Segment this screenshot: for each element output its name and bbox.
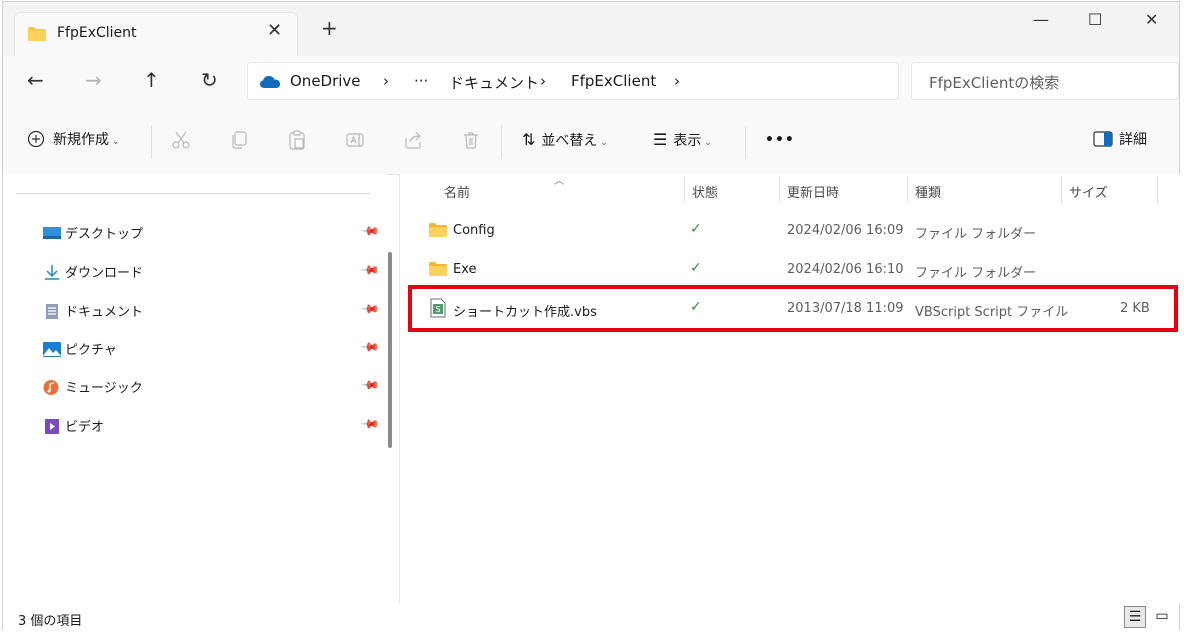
- nav-pane-scrollbar[interactable]: [388, 252, 392, 448]
- sync-ok-icon: ✓: [690, 221, 702, 237]
- back-button[interactable]: ←: [27, 68, 44, 92]
- column-header-name[interactable]: 名前: [444, 182, 470, 201]
- close-window-button[interactable]: ✕: [1145, 10, 1158, 29]
- file-type: ファイル フォルダー: [915, 266, 1037, 281]
- sidebar-item-label: ピクチャ: [65, 343, 117, 358]
- item-count: 3 個の項目: [18, 614, 83, 629]
- breadcrumb-documents[interactable]: ドキュメント: [449, 72, 539, 93]
- breadcrumb-separator[interactable]: ›: [383, 72, 389, 90]
- file-list: ︿ 名前 状態 更新日時 種類 サイズ Config ✓ 2024/02/06 …: [400, 174, 1181, 604]
- pin-icon[interactable]: 📌: [360, 375, 380, 395]
- paste-button[interactable]: [287, 130, 307, 156]
- new-button[interactable]: 新規作成 ⌄: [27, 130, 120, 152]
- rename-button[interactable]: [345, 130, 365, 156]
- sidebar-item-videos[interactable]: ビデオ: [43, 416, 104, 435]
- tab-ffpexclient[interactable]: FfpExClient ✕: [14, 12, 298, 56]
- file-name: Exe: [453, 262, 477, 277]
- sidebar-item-documents[interactable]: ドキュメント: [43, 301, 143, 320]
- title-bar: FfpExClient ✕ + — ☐ ✕: [3, 2, 1179, 56]
- breadcrumb-overflow[interactable]: ···: [414, 72, 428, 90]
- video-icon: [43, 419, 61, 434]
- documents-icon: [43, 304, 61, 319]
- pin-icon[interactable]: 📌: [360, 299, 380, 319]
- sort-button[interactable]: ⇅ 並べ替え ⌄: [522, 130, 608, 153]
- file-type: ファイル フォルダー: [915, 227, 1037, 242]
- pin-icon[interactable]: 📌: [360, 414, 380, 434]
- sidebar-item-pictures[interactable]: ピクチャ: [43, 339, 117, 358]
- sidebar-item-label: デスクトップ: [65, 227, 144, 242]
- tab-title: FfpExClient: [57, 25, 137, 41]
- address-bar[interactable]: OneDrive › ··· ドキュメント › FfpExClient ›: [247, 62, 899, 100]
- view-button-label: 表示: [673, 133, 702, 149]
- pin-icon[interactable]: 📌: [360, 221, 380, 241]
- desktop-icon: [43, 226, 61, 241]
- column-header-modified[interactable]: 更新日時: [787, 182, 839, 201]
- column-header-type[interactable]: 種類: [915, 182, 941, 201]
- details-view-icon[interactable]: ☰: [1124, 606, 1146, 628]
- copy-button[interactable]: [229, 130, 249, 156]
- pin-icon[interactable]: 📌: [360, 337, 380, 357]
- trash-icon: [464, 132, 478, 149]
- sidebar-item-label: ダウンロード: [65, 266, 144, 281]
- sidebar-item-label: ミュージック: [65, 381, 143, 396]
- plus-circle-icon: [27, 130, 45, 148]
- cut-button[interactable]: [171, 130, 191, 156]
- breadcrumb-separator[interactable]: ›: [674, 72, 680, 90]
- sort-icon: ⇅: [522, 130, 536, 149]
- command-bar: 新規作成 ⌄ ⇅ 並べ替え ⌄ ☰ 表示 ⌄ ••• 詳細: [3, 109, 1179, 175]
- details-pane-icon: [1093, 131, 1113, 147]
- sidebar-item-label: ドキュメント: [65, 305, 144, 320]
- breadcrumb-separator[interactable]: ›: [540, 72, 546, 90]
- view-button[interactable]: ☰ 表示 ⌄: [653, 130, 712, 153]
- breadcrumb-ffpexclient[interactable]: FfpExClient: [571, 72, 656, 90]
- download-icon: [43, 265, 61, 280]
- music-icon: [43, 380, 61, 395]
- search-placeholder: FfpExClientの検索: [929, 74, 1060, 92]
- delete-button[interactable]: [461, 130, 481, 156]
- pictures-icon: [43, 342, 61, 357]
- file-modified: 2024/02/06 16:09: [787, 223, 904, 238]
- refresh-button[interactable]: ↻: [201, 68, 218, 92]
- file-modified: 2024/02/06 16:10: [787, 262, 904, 277]
- details-pane-label: 詳細: [1119, 132, 1147, 148]
- more-options-button[interactable]: •••: [765, 130, 795, 150]
- new-button-label: 新規作成: [53, 132, 109, 148]
- sidebar-item-label: ビデオ: [65, 420, 105, 435]
- share-icon: [405, 131, 421, 149]
- minimize-button[interactable]: —: [1033, 10, 1049, 29]
- folder-icon: [28, 27, 46, 45]
- folder-icon: [429, 262, 447, 280]
- column-header-status[interactable]: 状態: [692, 182, 718, 201]
- tab-close-button[interactable]: ✕: [267, 20, 282, 41]
- status-bar: 3 個の項目 ☰ ▭: [3, 604, 1179, 631]
- forward-button[interactable]: →: [85, 68, 102, 92]
- breadcrumb-onedrive[interactable]: OneDrive: [290, 72, 361, 90]
- navigation-bar: ← → ↑ ↻ OneDrive › ··· ドキュメント › FfpExCli…: [3, 56, 1179, 110]
- sidebar-item-music[interactable]: ミュージック: [43, 377, 143, 396]
- new-tab-button[interactable]: +: [321, 18, 338, 38]
- maximize-button[interactable]: ☐: [1088, 10, 1102, 29]
- paste-icon: [289, 130, 305, 150]
- tiles-view-icon[interactable]: ▭: [1151, 606, 1173, 628]
- search-box[interactable]: FfpExClientの検索: [911, 62, 1179, 100]
- view-list-icon: ☰: [653, 130, 668, 149]
- highlight-box: [408, 285, 1178, 332]
- copy-icon: [232, 131, 247, 149]
- navigation-pane: デスクトップ 📌 ダウンロード 📌 ドキュメント 📌 ピクチャ 📌 ミュージック…: [3, 174, 387, 604]
- details-pane-button[interactable]: 詳細: [1093, 130, 1147, 150]
- column-header-size[interactable]: サイズ: [1069, 182, 1108, 201]
- rename-icon: [346, 133, 364, 147]
- share-button[interactable]: [403, 130, 423, 156]
- scissors-icon: [172, 131, 190, 149]
- sort-caret-icon: ︿: [554, 176, 564, 187]
- folder-icon: [429, 223, 447, 241]
- sidebar-item-desktop[interactable]: デスクトップ: [43, 223, 143, 242]
- sort-button-label: 並べ替え: [541, 133, 598, 149]
- sidebar-item-downloads[interactable]: ダウンロード: [43, 262, 143, 281]
- onedrive-icon: [260, 76, 280, 92]
- file-name: Config: [453, 223, 495, 238]
- up-button[interactable]: ↑: [143, 68, 160, 92]
- sync-ok-icon: ✓: [690, 260, 702, 276]
- pin-icon[interactable]: 📌: [360, 260, 380, 280]
